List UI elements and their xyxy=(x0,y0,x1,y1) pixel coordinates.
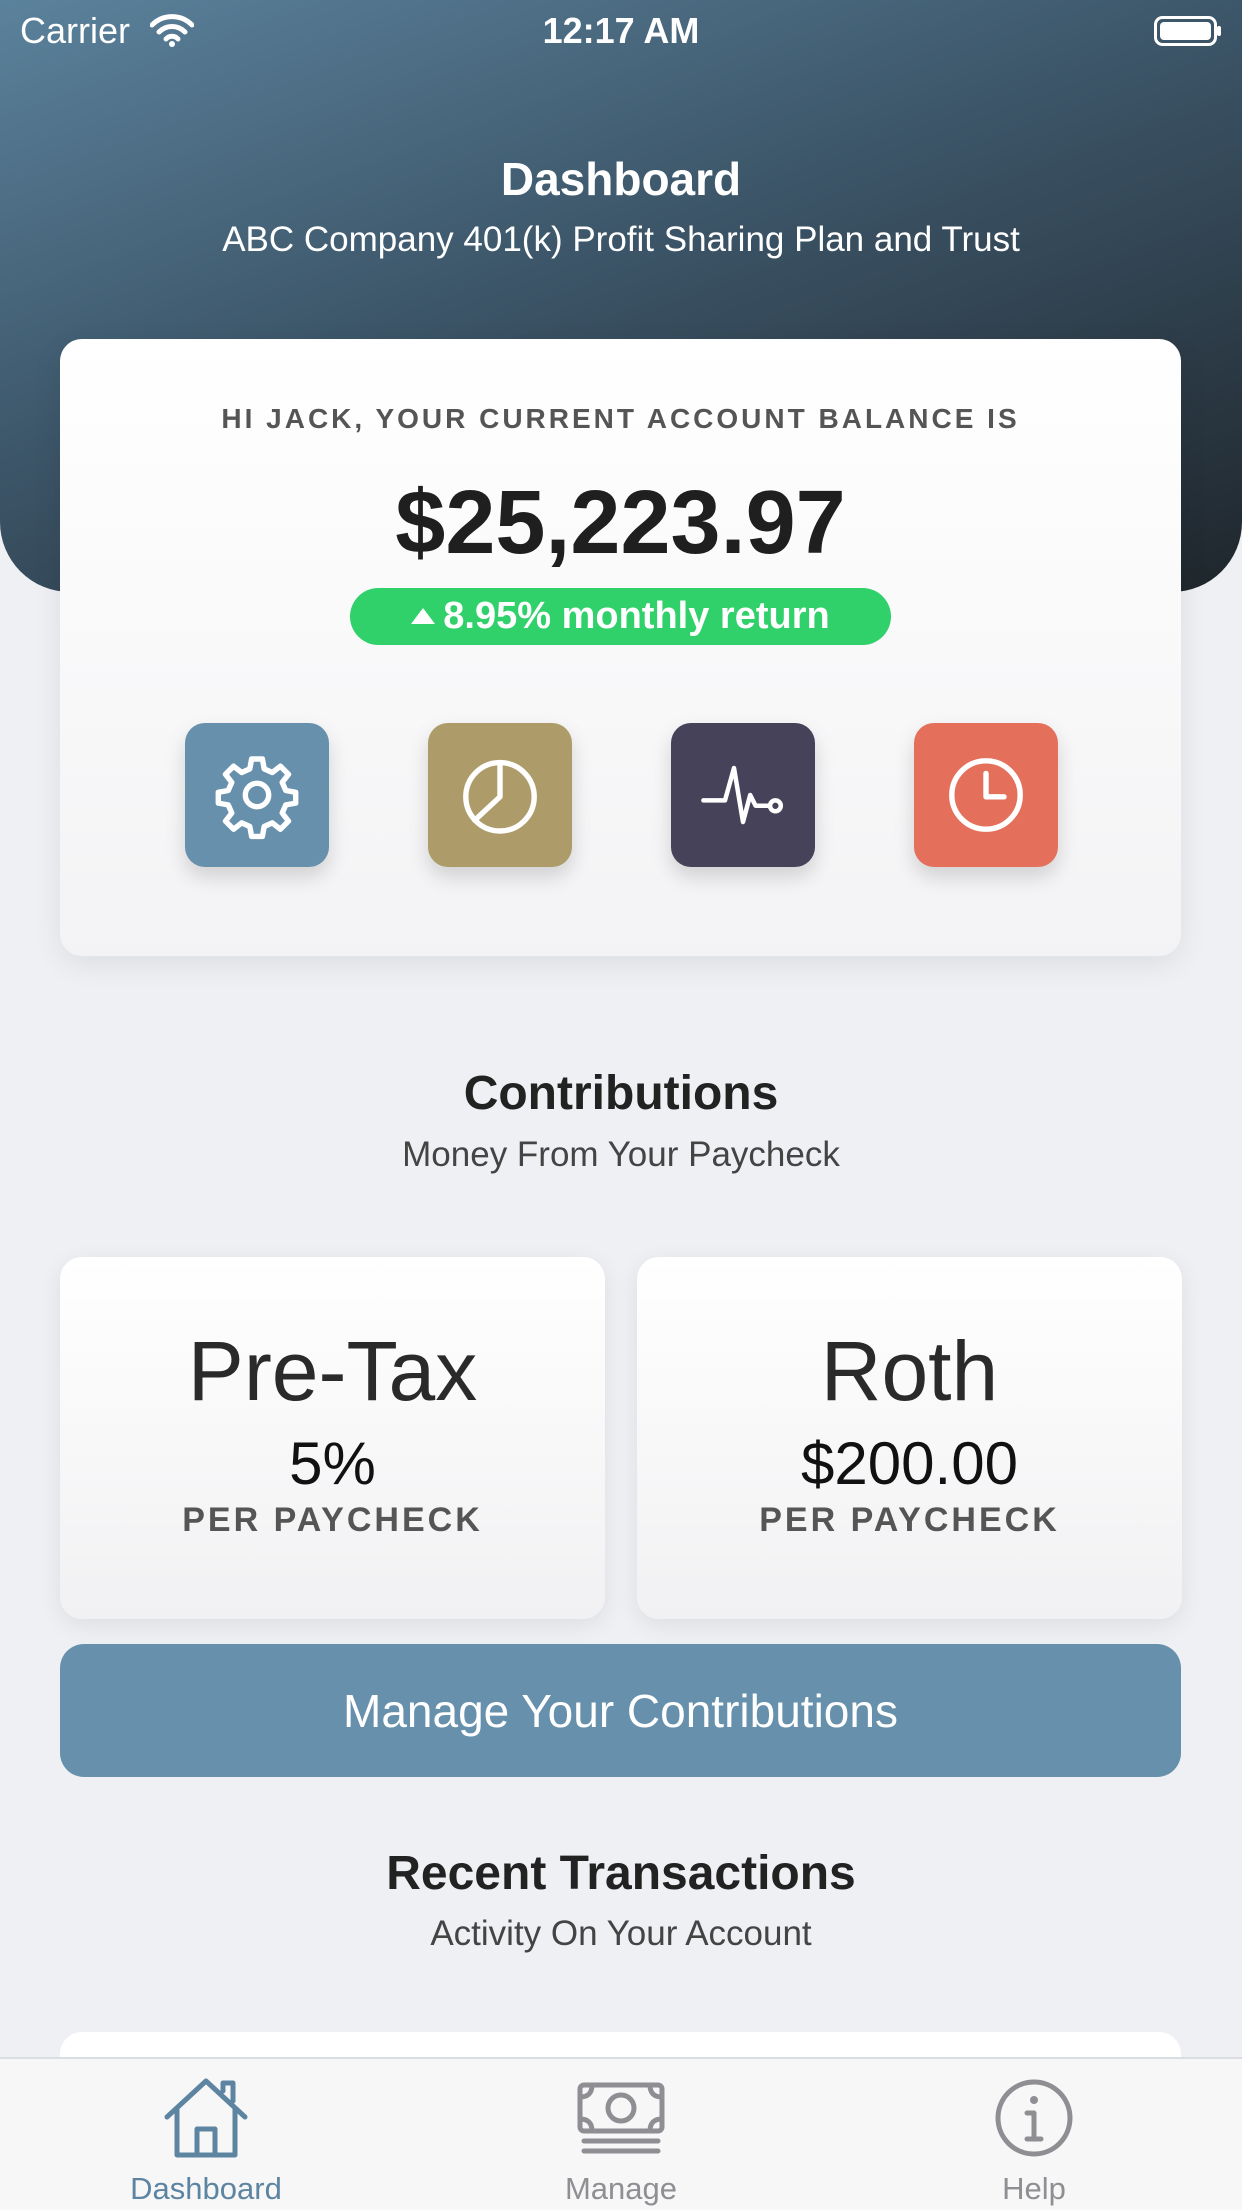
performance-button[interactable] xyxy=(671,723,815,867)
home-icon xyxy=(164,2078,248,2158)
activity-pulse-icon xyxy=(701,765,784,825)
contribution-amount: 5% xyxy=(289,1430,376,1497)
arrow-up-icon xyxy=(411,607,436,624)
tab-label: Help xyxy=(1002,2171,1066,2206)
monthly-return-text: 8.95% monthly return xyxy=(443,595,830,637)
pie-chart-icon xyxy=(463,759,537,834)
tab-dashboard[interactable]: Dashboard xyxy=(56,2059,356,2210)
contribution-unit: PER PAYCHECK xyxy=(182,1501,483,1539)
gear-icon xyxy=(215,756,299,840)
balance-greeting: HI JACK, YOUR CURRENT ACCOUNT BALANCE IS xyxy=(221,403,1020,434)
balance-amount: $25,223.97 xyxy=(395,473,846,573)
tab-manage[interactable]: Manage xyxy=(471,2059,771,2210)
roth-card[interactable]: Roth $200.00 PER PAYCHECK xyxy=(637,1257,1182,1619)
settings-button[interactable] xyxy=(185,723,329,867)
contribution-amount: $200.00 xyxy=(801,1430,1018,1497)
tab-bar: Dashboard Manage Help xyxy=(0,2057,1242,2210)
status-bar: Carrier 12:17 AM xyxy=(0,0,1242,62)
manage-contributions-button[interactable]: Manage Your Contributions xyxy=(60,1644,1181,1777)
tab-help[interactable]: Help xyxy=(884,2059,1184,2210)
history-button[interactable] xyxy=(914,723,1058,867)
balance-card: HI JACK, YOUR CURRENT ACCOUNT BALANCE IS… xyxy=(60,339,1181,956)
money-icon xyxy=(577,2082,665,2154)
tab-label: Dashboard xyxy=(130,2171,282,2206)
allocation-button[interactable] xyxy=(428,723,572,867)
plan-name: ABC Company 401(k) Profit Sharing Plan a… xyxy=(222,220,1020,259)
contribution-type: Roth xyxy=(820,1324,999,1418)
transactions-title: Recent Transactions xyxy=(386,1847,856,1900)
contribution-type: Pre-Tax xyxy=(187,1324,478,1418)
status-time: 12:17 AM xyxy=(542,10,700,51)
contributions-title: Contributions xyxy=(463,1067,779,1120)
clock-icon xyxy=(949,758,1023,832)
monthly-return-badge: 8.95% monthly return xyxy=(350,588,891,645)
contributions-subtitle: Money From Your Paycheck xyxy=(402,1135,840,1174)
page-title: Dashboard xyxy=(500,153,742,205)
transactions-subtitle: Activity On Your Account xyxy=(430,1914,812,1953)
battery-icon xyxy=(1154,16,1221,46)
pre-tax-card[interactable]: Pre-Tax 5% PER PAYCHECK xyxy=(60,1257,605,1619)
info-icon xyxy=(995,2079,1073,2157)
contribution-unit: PER PAYCHECK xyxy=(759,1501,1060,1539)
tab-label: Manage xyxy=(564,2171,678,2206)
